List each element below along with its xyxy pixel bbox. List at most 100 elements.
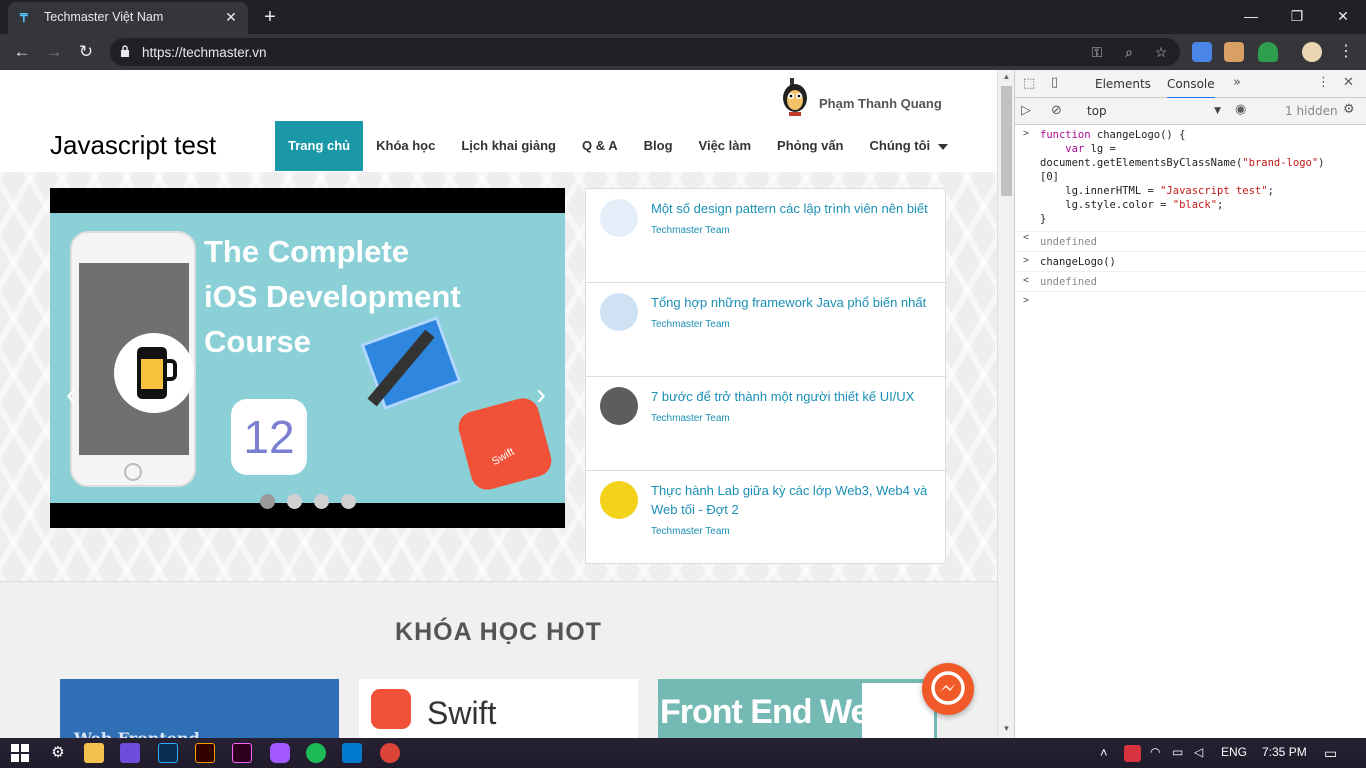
forward-arrow-icon[interactable]: → xyxy=(42,40,66,64)
tab-console[interactable]: Console xyxy=(1167,77,1215,99)
tab-title: Techmaster Việt Nam xyxy=(44,10,164,24)
devtools-menu-icon[interactable]: ⋮ xyxy=(1317,75,1330,90)
scroll-down-icon[interactable]: ▼ xyxy=(1001,724,1012,736)
console-code: function changeLogo() { var lg = documen… xyxy=(1040,129,1325,225)
nav-item-about[interactable]: Chúng tôi xyxy=(857,121,962,171)
carousel-dot-1[interactable] xyxy=(260,494,275,509)
spotify-icon[interactable] xyxy=(306,743,326,763)
close-devtools-icon[interactable]: ✕ xyxy=(1343,75,1354,90)
maximize-button[interactable]: ❐ xyxy=(1274,4,1320,28)
live-expression-eye-icon[interactable]: ◉ xyxy=(1235,102,1246,117)
news-title[interactable]: Một số design pattern các lập trình viên… xyxy=(651,199,936,218)
nav-item-about-label: Chúng tôi xyxy=(869,138,931,153)
settings-gear-icon[interactable]: ⚙ xyxy=(48,743,68,763)
minimize-button[interactable]: — xyxy=(1228,4,1274,28)
translate-extension-icon[interactable] xyxy=(1192,42,1212,62)
more-tabs-icon[interactable]: » xyxy=(1233,75,1241,90)
news-item[interactable]: Một số design pattern các lập trình viên… xyxy=(586,189,947,283)
messenger-chat-button[interactable] xyxy=(922,663,974,715)
tray-app-icon[interactable] xyxy=(1124,745,1141,762)
vscode-icon[interactable] xyxy=(342,743,362,763)
course-card-title: Swift xyxy=(427,695,497,731)
news-title[interactable]: 7 bước để trở thành một người thiết kế U… xyxy=(651,387,936,406)
nav-item-interview[interactable]: Phỏng vấn xyxy=(764,121,856,171)
carousel-dot-3[interactable] xyxy=(314,494,329,509)
sidebar-toggle-icon[interactable]: ▷ xyxy=(1021,103,1031,118)
windows-start-icon[interactable] xyxy=(10,743,30,763)
notification-icon[interactable]: ▭ xyxy=(1324,745,1337,762)
volume-icon[interactable]: ◁ xyxy=(1194,745,1203,759)
news-author[interactable]: Techmaster Team xyxy=(651,319,730,330)
carousel-prev-arrow[interactable]: ‹ xyxy=(66,378,76,412)
news-author[interactable]: Techmaster Team xyxy=(651,526,730,537)
key-icon[interactable]: ⚿ xyxy=(1086,42,1108,62)
new-tab-button[interactable]: + xyxy=(258,5,282,29)
device-toolbar-icon[interactable]: ▯ xyxy=(1051,75,1058,90)
nav-item-schedule[interactable]: Lịch khai giảng xyxy=(448,121,569,171)
photoshop-icon[interactable] xyxy=(158,743,178,763)
tray-chevron-up-icon[interactable]: ˄ xyxy=(1100,745,1108,760)
system-clock[interactable]: 7:35 PM xyxy=(1262,745,1307,759)
course-card-swift[interactable]: Swift xyxy=(359,679,638,738)
shield-extension-icon[interactable] xyxy=(1258,42,1278,62)
page-scrollbar[interactable]: ▲ ▼ xyxy=(997,70,1014,738)
carousel-dot-4[interactable] xyxy=(341,494,356,509)
input-language[interactable]: ENG xyxy=(1221,745,1247,759)
news-author[interactable]: Techmaster Team xyxy=(651,225,730,236)
news-author[interactable]: Techmaster Team xyxy=(651,413,730,424)
dropdown-arrow-icon: ▼ xyxy=(1214,106,1221,116)
course-card-web-frontend[interactable]: Web Frontend xyxy=(60,679,339,738)
carousel-dot-2[interactable] xyxy=(287,494,302,509)
user-name[interactable]: Phạm Thanh Quang xyxy=(819,96,942,111)
nav-item-qa[interactable]: Q & A xyxy=(569,121,631,171)
app-icon[interactable] xyxy=(120,743,140,763)
scrollbar-thumb[interactable] xyxy=(1001,86,1012,196)
browser-tab[interactable]: ₸ Techmaster Việt Nam ✕ xyxy=(8,2,248,34)
close-window-button[interactable]: ✕ xyxy=(1320,4,1366,28)
swift-logo-icon xyxy=(371,689,411,729)
inspect-element-icon[interactable]: ⬚ xyxy=(1023,76,1035,91)
carousel-next-arrow[interactable]: › xyxy=(536,378,546,412)
news-title[interactable]: Thực hành Lab giữa kỳ các lớp Web3, Web4… xyxy=(651,481,936,519)
result-prompt: < xyxy=(1023,232,1030,243)
bookmark-star-icon[interactable]: ☆ xyxy=(1150,42,1172,62)
console-toolbar: ▷ ⊘ top ▼ ◉ 1 hidden ⚙ xyxy=(1015,98,1366,125)
nav-item-jobs[interactable]: Việc làm xyxy=(686,121,765,171)
back-arrow-icon[interactable]: ← xyxy=(10,40,34,64)
nav-item-blog[interactable]: Blog xyxy=(631,121,686,171)
profile-avatar-icon[interactable] xyxy=(1302,42,1322,62)
news-item[interactable]: Thực hành Lab giữa kỳ các lớp Web3, Web4… xyxy=(586,471,947,563)
address-bar[interactable]: https://techmaster.vn ⚿ ⌕ ☆ xyxy=(110,38,1180,66)
zoom-icon[interactable]: ⌕ xyxy=(1118,42,1140,62)
scroll-up-icon[interactable]: ▲ xyxy=(1001,72,1012,84)
nav-item-courses[interactable]: Khóa học xyxy=(363,121,448,171)
file-explorer-icon[interactable] xyxy=(84,743,104,763)
tab-elements[interactable]: Elements xyxy=(1095,77,1151,91)
illustrator-icon[interactable] xyxy=(195,743,215,763)
news-item[interactable]: Tổng hợp những framework Java phổ biến n… xyxy=(586,283,947,377)
chrome-menu-icon[interactable]: ⋮ xyxy=(1334,40,1358,64)
clear-console-icon[interactable]: ⊘ xyxy=(1051,103,1062,118)
battery-icon[interactable]: ▭ xyxy=(1172,745,1183,759)
brand-logo[interactable]: Javascript test xyxy=(50,130,216,161)
console-result: undefined xyxy=(1040,236,1097,248)
carousel-slide[interactable]: The Complete iOS Development Course 12 S… xyxy=(50,213,565,503)
image-carousel[interactable]: The Complete iOS Development Course 12 S… xyxy=(50,188,565,528)
console-settings-gear-icon[interactable]: ⚙ xyxy=(1343,102,1355,117)
adobe-xd-icon[interactable] xyxy=(232,743,252,763)
chrome-icon[interactable] xyxy=(380,743,400,763)
url-text[interactable]: https://techmaster.vn xyxy=(142,45,267,60)
context-selector[interactable]: top ▼ xyxy=(1085,101,1223,121)
figma-icon[interactable] xyxy=(270,743,290,763)
wifi-icon[interactable]: ◠ xyxy=(1150,745,1160,759)
nav-item-home[interactable]: Trang chủ xyxy=(275,121,364,171)
hidden-messages-count[interactable]: 1 hidden xyxy=(1285,104,1338,118)
console-prompt-line[interactable]: > xyxy=(1015,292,1366,312)
reload-icon[interactable]: ↻ xyxy=(74,40,98,64)
news-item[interactable]: 7 bước để trở thành một người thiết kế U… xyxy=(586,377,947,471)
close-tab-icon[interactable]: ✕ xyxy=(222,8,240,26)
extension-icon[interactable] xyxy=(1224,42,1244,62)
input-prompt: > xyxy=(1023,128,1030,139)
news-title[interactable]: Tổng hợp những framework Java phổ biến n… xyxy=(651,293,936,312)
course-card-front-end-web[interactable]: Front End Web xyxy=(658,679,937,738)
